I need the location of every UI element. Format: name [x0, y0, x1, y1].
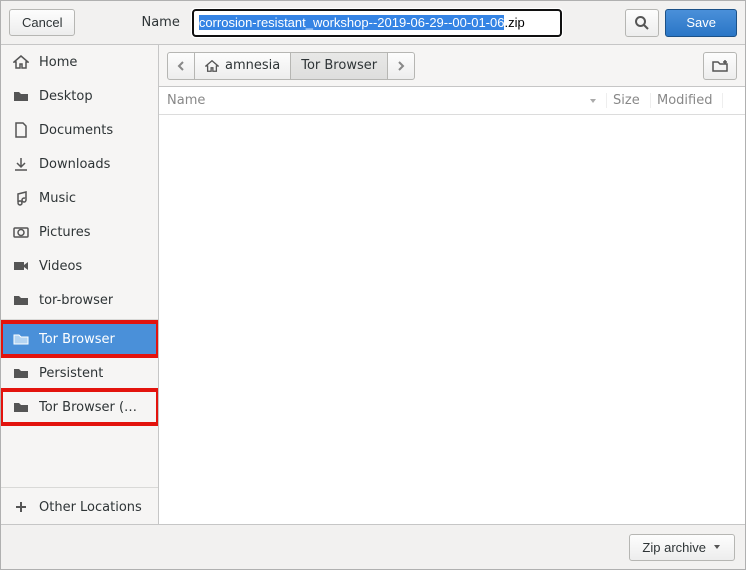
path-label: amnesia [225, 58, 280, 73]
save-button[interactable]: Save [665, 9, 737, 37]
sidebar-item-music[interactable]: Music [1, 181, 158, 215]
music-icon [13, 190, 29, 206]
sidebar-item-desktop[interactable]: Desktop [1, 79, 158, 113]
format-selector[interactable]: Zip archive [629, 534, 735, 561]
sidebar-item-persistent[interactable]: Persistent [1, 356, 158, 390]
camera-icon [13, 224, 29, 240]
home-icon [13, 54, 29, 70]
sidebar-item-tor-browser-lc[interactable]: tor-browser [1, 283, 158, 317]
sidebar-item-videos[interactable]: Videos [1, 249, 158, 283]
path-forward-button[interactable] [387, 52, 415, 80]
search-icon [634, 15, 650, 31]
sidebar-item-tor-browser[interactable]: Tor Browser [1, 322, 158, 356]
document-icon [13, 122, 29, 138]
search-button[interactable] [625, 9, 659, 37]
path-segment-tor-browser[interactable]: Tor Browser [290, 52, 388, 80]
column-size[interactable]: Size [607, 93, 651, 108]
separator [1, 487, 158, 488]
sidebar-item-label: Desktop [39, 89, 93, 104]
plus-icon [13, 499, 29, 515]
home-icon [205, 59, 219, 73]
filename-input[interactable] [192, 9, 562, 37]
file-list[interactable] [159, 115, 745, 524]
column-modified[interactable]: Modified [651, 93, 723, 108]
dialog-footer: Zip archive [1, 524, 745, 569]
sidebar-item-tor-browser-ellipsis[interactable]: Tor Browser (… [1, 390, 158, 424]
video-icon [13, 258, 29, 274]
sidebar-item-home[interactable]: Home [1, 45, 158, 79]
sidebar-item-pictures[interactable]: Pictures [1, 215, 158, 249]
sidebar-item-label: Pictures [39, 225, 90, 240]
chevron-left-icon [176, 61, 186, 71]
places-sidebar: Home Desktop Documents Downloads Music P… [1, 45, 159, 524]
new-folder-icon [712, 58, 728, 74]
filename-label: Name [141, 15, 179, 30]
new-folder-button[interactable] [703, 52, 737, 80]
sidebar-item-downloads[interactable]: Downloads [1, 147, 158, 181]
sidebar-item-label: Tor Browser [39, 332, 115, 347]
chevron-down-icon [712, 542, 722, 552]
sidebar-item-label: tor-browser [39, 293, 113, 308]
sidebar-item-documents[interactable]: Documents [1, 113, 158, 147]
folder-icon [13, 365, 29, 381]
dialog-header: Cancel Name Save [1, 1, 745, 45]
cancel-button[interactable]: Cancel [9, 9, 75, 36]
sort-desc-icon [588, 96, 598, 106]
folder-open-icon [13, 331, 29, 347]
sidebar-item-label: Tor Browser (… [39, 400, 137, 415]
chevron-right-icon [396, 61, 406, 71]
separator [1, 319, 158, 320]
download-icon [13, 156, 29, 172]
sidebar-item-label: Music [39, 191, 76, 206]
folder-icon [13, 292, 29, 308]
path-label: Tor Browser [301, 58, 377, 73]
sidebar-item-label: Other Locations [39, 500, 142, 515]
sidebar-item-label: Documents [39, 123, 113, 138]
column-name[interactable]: Name [167, 93, 607, 108]
path-segment-amnesia[interactable]: amnesia [194, 52, 291, 80]
folder-icon [13, 88, 29, 104]
sidebar-item-label: Downloads [39, 157, 110, 172]
format-label: Zip archive [642, 540, 706, 555]
path-bar: amnesia Tor Browser [159, 45, 745, 87]
path-back-button[interactable] [167, 52, 195, 80]
sidebar-item-label: Home [39, 55, 77, 70]
sidebar-item-other-locations[interactable]: Other Locations [1, 490, 158, 524]
folder-icon [13, 399, 29, 415]
sidebar-item-label: Videos [39, 259, 82, 274]
column-label: Name [167, 93, 205, 108]
file-list-header: Name Size Modified [159, 87, 745, 115]
sidebar-item-label: Persistent [39, 366, 103, 381]
